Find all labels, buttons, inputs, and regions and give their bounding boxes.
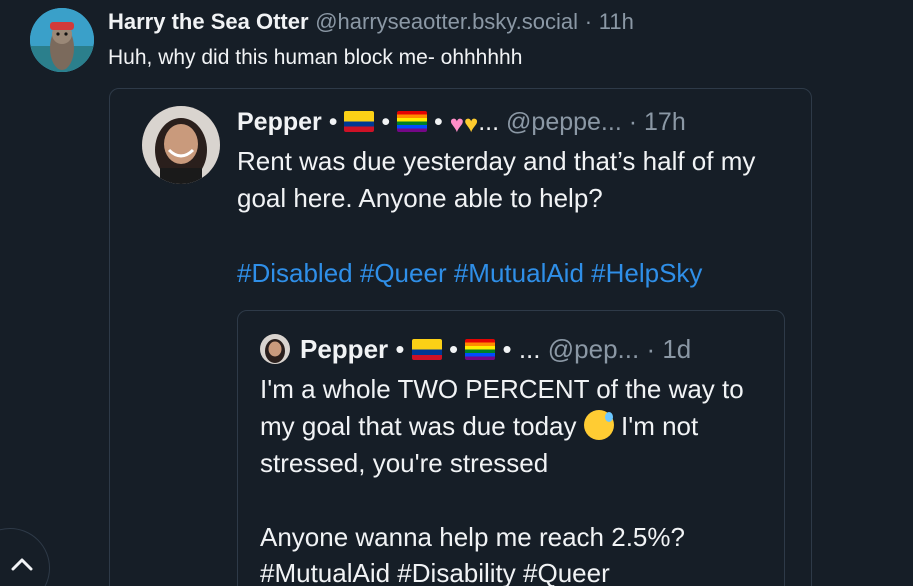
hashtag-link[interactable]: #HelpSky	[591, 258, 702, 288]
separator-dot: ·	[646, 334, 656, 364]
grinning-sweat-emoji-icon	[583, 410, 614, 440]
colombia-flag-icon	[344, 111, 375, 132]
quote-time[interactable]: 17h	[644, 108, 686, 136]
pride-flag-icon	[397, 111, 428, 132]
nested-quote-time[interactable]: 1d	[662, 334, 691, 364]
post-time[interactable]: 11h	[599, 9, 634, 34]
yellow-heart-icon: ♥	[463, 111, 479, 138]
nested-quote-author-handle[interactable]: @pep...	[548, 334, 639, 364]
nested-quote-text: I'm a whole TWO PERCENT of the way to my…	[260, 371, 780, 556]
author-handle[interactable]: @harryseaotter.bsky.social	[315, 9, 578, 34]
scroll-to-top-button[interactable]	[0, 528, 50, 586]
nested-quote-text-part3: Anyone wanna help me reach 2.5%?	[260, 522, 685, 552]
post-header: Harry the Sea Otter @harryseaotter.bsky.…	[108, 8, 634, 36]
pink-heart-icon: ♥	[449, 111, 464, 138]
avatar[interactable]	[142, 106, 220, 184]
nested-quote-author-name[interactable]: Pepper	[300, 334, 388, 364]
name-decorations: • • • ...	[395, 334, 541, 364]
colombia-flag-icon	[411, 339, 442, 360]
chevron-up-icon	[11, 558, 33, 571]
separator-dot: ·	[584, 9, 593, 34]
quote-author-name[interactable]: Pepper	[237, 108, 322, 136]
avatar[interactable]	[30, 8, 94, 72]
nested-quote-hashtags: #MutualAid #Disability #Queer	[260, 558, 610, 586]
separator-dot: ·	[628, 108, 638, 136]
quote-header: Pepper • • • ♥♥... @peppe... · 17h	[237, 104, 686, 143]
hashtag-link[interactable]: #Queer	[360, 258, 447, 288]
hashtag-link[interactable]: #MutualAid	[454, 258, 584, 288]
hashtag-link[interactable]: #Disabled	[237, 258, 353, 288]
post-text: Huh, why did this human block me- ohhhhh…	[108, 46, 523, 69]
author-name[interactable]: Harry the Sea Otter	[108, 9, 309, 34]
nested-quote-header: Pepper • • • ... @pep... · 1d	[300, 331, 691, 367]
avatar[interactable]	[260, 334, 290, 364]
quote-hashtags: #Disabled #Queer #MutualAid #HelpSky	[237, 255, 702, 292]
name-decorations: • • • ♥♥...	[329, 108, 499, 138]
quote-text: Rent was due yesterday and that’s half o…	[237, 146, 756, 213]
quote-author-handle[interactable]: @peppe...	[506, 108, 622, 136]
pride-flag-icon	[465, 339, 496, 360]
